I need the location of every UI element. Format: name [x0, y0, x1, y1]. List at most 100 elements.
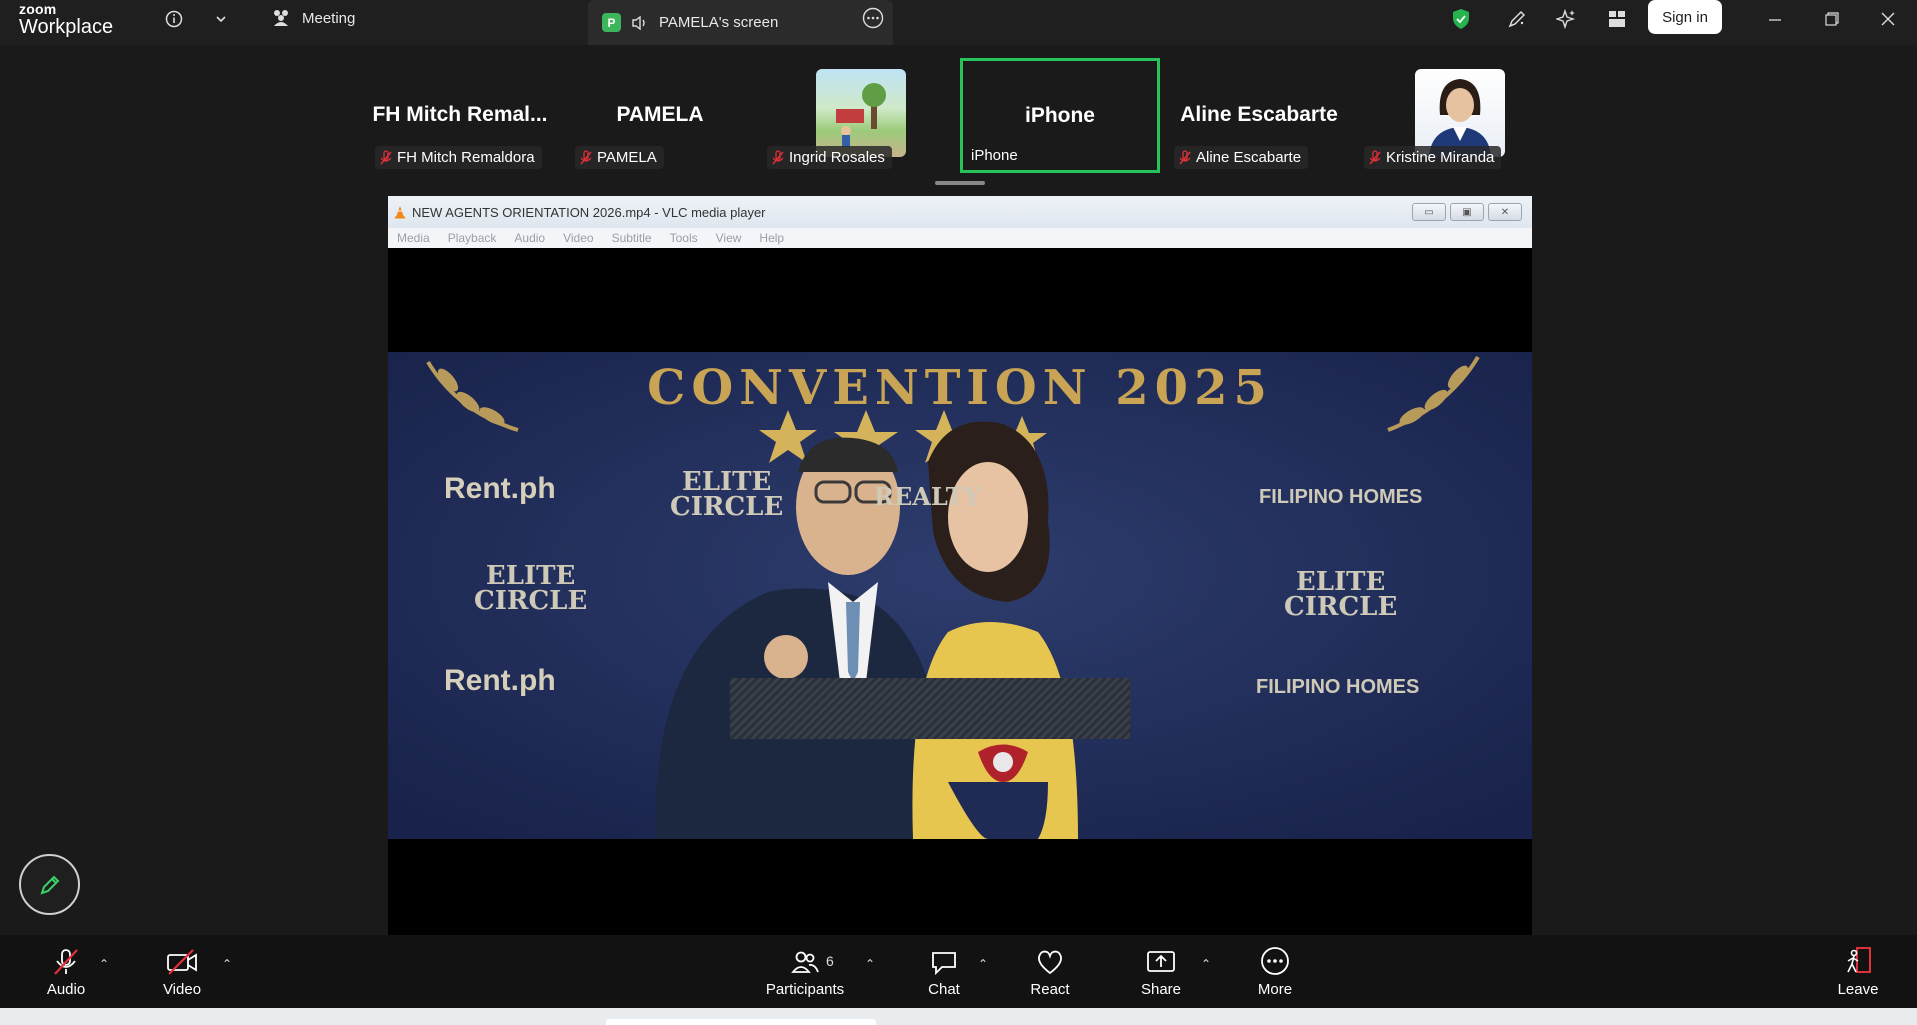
convention-banner-title: CONVENTION 2025 [647, 360, 1273, 416]
participant-name-tag: iPhone [967, 144, 1025, 167]
participant-tile[interactable]: FH Mitch Remal... FH Mitch Remaldora [371, 58, 549, 172]
leave-button[interactable]: Leave [1832, 935, 1884, 1008]
participant-display-name: FH Mitch Remal... [372, 103, 548, 126]
vlc-menu-bar: Media Playback Audio Video Subtitle Tool… [388, 228, 1532, 248]
vlc-menu-video[interactable]: Video [563, 231, 593, 245]
elite-line-2: CIRCLE [670, 491, 784, 522]
ai-companion-sparkle-icon[interactable] [1551, 4, 1581, 34]
more-dots-icon [1261, 947, 1289, 975]
participant-tile[interactable]: Ingrid Rosales [763, 58, 941, 172]
more-button[interactable]: More [1249, 935, 1301, 1008]
tab-shared-screen-label: PAMELA's screen [659, 14, 779, 31]
participant-photo [1415, 69, 1505, 157]
react-button[interactable]: React [1024, 935, 1076, 1008]
participant-tile[interactable]: Kristine Miranda [1360, 58, 1518, 172]
video-button[interactable]: Video [156, 935, 208, 1008]
vlc-menu-view[interactable]: View [716, 231, 742, 245]
sponsor-logo-filipino-homes: FILIPINO HOMES [1259, 486, 1423, 508]
tab-meeting-label: Meeting [302, 9, 356, 27]
sponsor-logo-elite-circle: ELITE CIRCLE [1284, 569, 1398, 622]
meeting-info-icon[interactable] [159, 4, 189, 34]
more-options-icon[interactable] [862, 7, 884, 33]
sign-in-button[interactable]: Sign in [1648, 0, 1722, 34]
logo-line-workplace: Workplace [19, 16, 114, 38]
logo-line-zoom: zoom [19, 1, 57, 17]
participants-icon [274, 10, 288, 26]
chevron-down-icon[interactable] [206, 4, 236, 34]
sponsor-logo-elite-circle: ELITE CIRCLE [474, 563, 588, 616]
vlc-cone-icon [395, 206, 405, 219]
share-screen-icon [1147, 951, 1175, 972]
participants-label: Participants [765, 981, 845, 998]
muted-mic-icon [1369, 149, 1381, 164]
vlc-minimize-button[interactable]: ▭ [1412, 203, 1446, 221]
elite-line-2: CIRCLE [1284, 591, 1398, 622]
share-options-caret-icon[interactable]: ⌃ [1201, 957, 1211, 971]
participant-name-tag: Kristine Miranda [1364, 146, 1502, 169]
participant-tile[interactable]: PAMELA PAMELA [571, 58, 749, 172]
sponsor-logo-filipino-homes: FILIPINO HOMES [1256, 676, 1420, 698]
meeting-controls-toolbar: Audio ⌃ Video ⌃ Participants 6 ⌃ Chat ⌃ … [0, 935, 1917, 1008]
whiteboard-pen-icon[interactable] [1502, 4, 1532, 34]
vlc-title-bar: NEW AGENTS ORIENTATION 2026.mp4 - VLC me… [388, 196, 1532, 228]
participant-name: Aline Escabarte [1196, 149, 1302, 166]
video-label: Video [162, 981, 202, 998]
zoom-window: zoom Workplace Meeting P PAMELA's screen [0, 0, 1917, 1025]
share-button[interactable]: Share [1135, 935, 1187, 1008]
vlc-menu-audio[interactable]: Audio [514, 231, 545, 245]
sponsor-logo-elite-circle: ELITE CIRCLE [670, 469, 784, 522]
presenter-badge: P [602, 13, 621, 32]
audio-button[interactable]: Audio [40, 935, 92, 1008]
participant-name: Ingrid Rosales [789, 149, 885, 166]
participant-name: FH Mitch Remaldora [397, 149, 535, 166]
minimize-window-icon[interactable] [1760, 4, 1790, 34]
close-window-icon[interactable] [1873, 4, 1903, 34]
pencil-icon [39, 875, 59, 895]
speaker-icon [632, 15, 645, 30]
vlc-menu-playback[interactable]: Playback [448, 231, 497, 245]
vlc-menu-tools[interactable]: Tools [670, 231, 698, 245]
vlc-close-button[interactable]: ✕ [1488, 203, 1522, 221]
elite-line-2: CIRCLE [474, 585, 588, 616]
self-view-placeholder [730, 678, 1130, 739]
vlc-maximize-button[interactable]: ▣ [1450, 203, 1484, 221]
participants-icon [791, 951, 819, 973]
vlc-menu-subtitle[interactable]: Subtitle [612, 231, 652, 245]
vlc-menu-help[interactable]: Help [759, 231, 784, 245]
video-options-caret-icon[interactable]: ⌃ [222, 957, 232, 971]
share-label: Share [1140, 981, 1182, 998]
sponsor-logo-realty: REALTY [874, 482, 981, 511]
vlc-menu-media[interactable]: Media [397, 231, 430, 245]
muted-mic-icon [772, 149, 784, 164]
participant-display-name: Aline Escabarte [1180, 103, 1338, 126]
os-taskbar-edge [0, 1008, 1917, 1025]
muted-mic-icon [580, 149, 592, 164]
participant-name: iPhone [971, 147, 1018, 164]
chat-options-caret-icon[interactable]: ⌃ [978, 957, 988, 971]
participant-name: Kristine Miranda [1386, 149, 1495, 166]
apps-grid-icon[interactable] [1602, 4, 1632, 34]
security-shield-icon[interactable] [1446, 4, 1476, 34]
heart-icon [1038, 950, 1062, 975]
participants-options-caret-icon[interactable]: ⌃ [865, 957, 875, 971]
participant-tile[interactable]: Aline Escabarte Aline Escabarte [1170, 58, 1348, 172]
participant-tile-active-speaker[interactable]: iPhone iPhone [960, 58, 1160, 173]
restore-window-icon[interactable] [1817, 4, 1847, 34]
leave-label: Leave [1837, 981, 1879, 998]
participants-button[interactable]: Participants [762, 935, 848, 1008]
participant-name: PAMELA [597, 149, 657, 166]
chat-bubble-icon [932, 952, 956, 976]
tab-meeting[interactable]: Meeting [270, 4, 355, 32]
chat-label: Chat [928, 981, 960, 998]
participant-name-tag: Ingrid Rosales [767, 146, 892, 169]
participant-name-tag: PAMELA [575, 146, 664, 169]
tab-shared-screen[interactable]: P PAMELA's screen [588, 0, 893, 45]
chat-button[interactable]: Chat [918, 935, 970, 1008]
gallery-resize-handle[interactable] [935, 181, 985, 185]
taskbar-search-pill[interactable] [606, 1019, 876, 1025]
camera-off-icon [167, 949, 197, 975]
participant-name-tag: Aline Escabarte [1174, 146, 1309, 169]
title-bar: zoom Workplace Meeting P PAMELA's screen [0, 0, 1917, 45]
audio-options-caret-icon[interactable]: ⌃ [99, 957, 109, 971]
annotate-pencil-button[interactable] [19, 854, 80, 915]
